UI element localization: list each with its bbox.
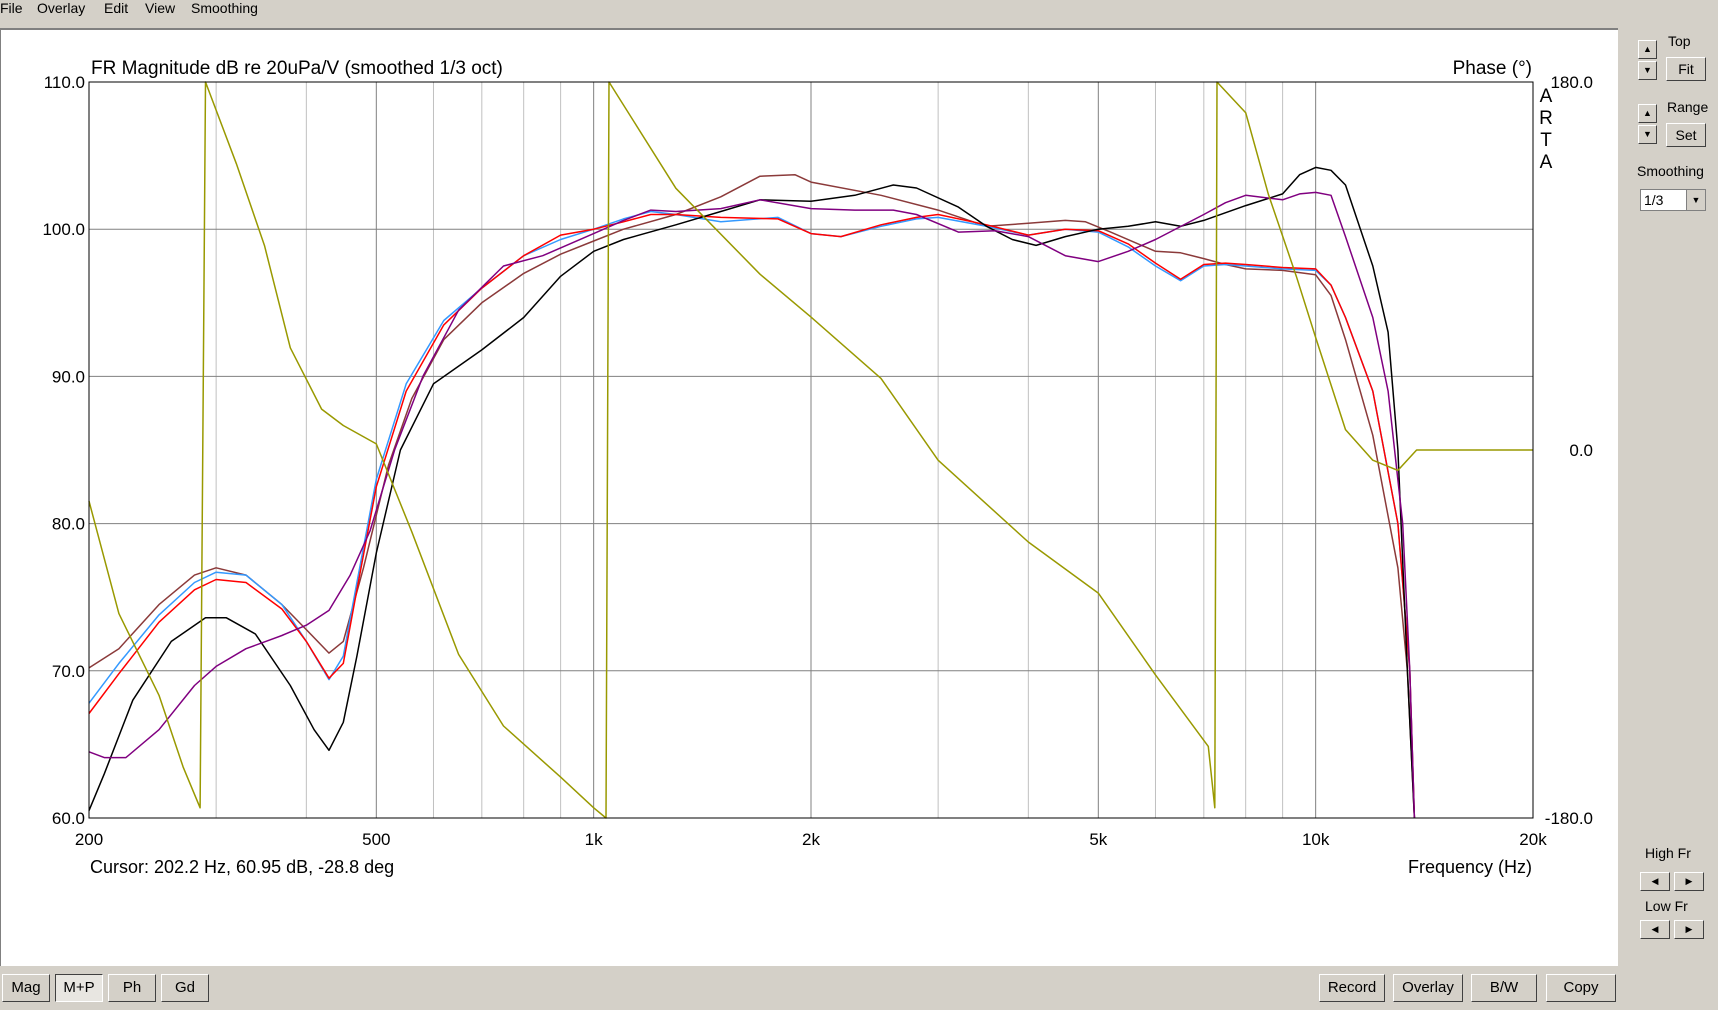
mag-button[interactable]: Mag xyxy=(2,974,50,1002)
low-fr-label: Low Fr xyxy=(1645,898,1688,914)
high-fr-right-arrow[interactable]: ▶ xyxy=(1674,872,1704,891)
set-button[interactable]: Set xyxy=(1666,123,1706,147)
smoothing-value: 1/3 xyxy=(1644,192,1664,208)
x-tick-label: 10k xyxy=(1302,830,1330,849)
low-fr-right-arrow[interactable]: ▶ xyxy=(1674,920,1704,939)
fit-button[interactable]: Fit xyxy=(1666,57,1706,81)
x-tick-label: 500 xyxy=(362,830,390,849)
menu-bar: File Overlay Edit View Smoothing xyxy=(0,0,1718,20)
overlay-button[interactable]: Overlay xyxy=(1393,974,1463,1002)
x-axis-label: Frequency (Hz) xyxy=(1408,857,1532,877)
phase-tick-label: 0.0 xyxy=(1569,441,1593,460)
y-tick-label: 90.0 xyxy=(52,367,85,386)
bw-button[interactable]: B/W xyxy=(1471,974,1537,1002)
high-fr-left-arrow[interactable]: ◀ xyxy=(1640,872,1670,891)
menu-file[interactable]: File xyxy=(0,0,23,16)
menu-edit[interactable]: Edit xyxy=(104,0,128,16)
cursor-readout: Cursor: 202.2 Hz, 60.95 dB, -28.8 deg xyxy=(90,857,394,877)
top-down-arrow[interactable]: ▼ xyxy=(1638,61,1657,80)
frequency-response-chart[interactable]: FR Magnitude dB re 20uPa/V (smoothed 1/3… xyxy=(1,30,1617,966)
y-tick-label: 100.0 xyxy=(42,220,85,239)
low-fr-left-arrow[interactable]: ◀ xyxy=(1640,920,1670,939)
x-tick-label: 20k xyxy=(1519,830,1547,849)
smoothing-label: Smoothing xyxy=(1637,163,1704,179)
smoothing-select[interactable]: 1/3 ▼ xyxy=(1640,189,1706,211)
x-tick-label: 2k xyxy=(802,830,820,849)
range-up-arrow[interactable]: ▲ xyxy=(1638,104,1657,123)
gd-button[interactable]: Gd xyxy=(161,974,209,1002)
y-tick-label: 70.0 xyxy=(52,662,85,681)
arta-letter: A xyxy=(1540,86,1553,107)
range-label: Range xyxy=(1667,99,1709,115)
copy-button[interactable]: Copy xyxy=(1546,974,1616,1002)
x-tick-label: 1k xyxy=(585,830,603,849)
high-fr-label: High Fr xyxy=(1645,845,1691,861)
menu-overlay[interactable]: Overlay xyxy=(37,0,85,16)
arta-letter: A xyxy=(1540,152,1553,173)
axis-ticks: 60.0 70.0 80.0 90.0 100.0 110.0 -180.0 0.0 180.0… xyxy=(42,73,1593,849)
arta-tag: ARTA xyxy=(1539,86,1553,173)
record-button[interactable]: Record xyxy=(1319,974,1385,1002)
phase-tick-label: 180.0 xyxy=(1550,73,1593,92)
y-tick-label: 80.0 xyxy=(52,515,85,534)
m-plus-p-button[interactable]: M+P xyxy=(55,974,103,1002)
arta-letter: R xyxy=(1539,108,1553,129)
top-label: Top xyxy=(1668,33,1691,49)
y-tick-label: 60.0 xyxy=(52,809,85,828)
y-tick-label: 110.0 xyxy=(44,73,85,92)
phase-axis-title: Phase (°) xyxy=(1453,58,1532,79)
phase-tick-label: -180.0 xyxy=(1545,809,1593,828)
x-tick-label: 5k xyxy=(1089,830,1107,849)
arta-letter: T xyxy=(1540,130,1552,151)
x-tick-label: 200 xyxy=(75,830,103,849)
top-up-arrow[interactable]: ▲ xyxy=(1638,40,1657,59)
plot-window[interactable]: FR Magnitude dB re 20uPa/V (smoothed 1/3… xyxy=(0,28,1618,966)
menu-view[interactable]: View xyxy=(145,0,175,16)
menu-smoothing[interactable]: Smoothing xyxy=(191,0,258,16)
ph-button[interactable]: Ph xyxy=(108,974,156,1002)
chart-title: FR Magnitude dB re 20uPa/V (smoothed 1/3… xyxy=(91,58,503,79)
range-down-arrow[interactable]: ▼ xyxy=(1638,125,1657,144)
chevron-down-icon[interactable]: ▼ xyxy=(1686,190,1705,210)
